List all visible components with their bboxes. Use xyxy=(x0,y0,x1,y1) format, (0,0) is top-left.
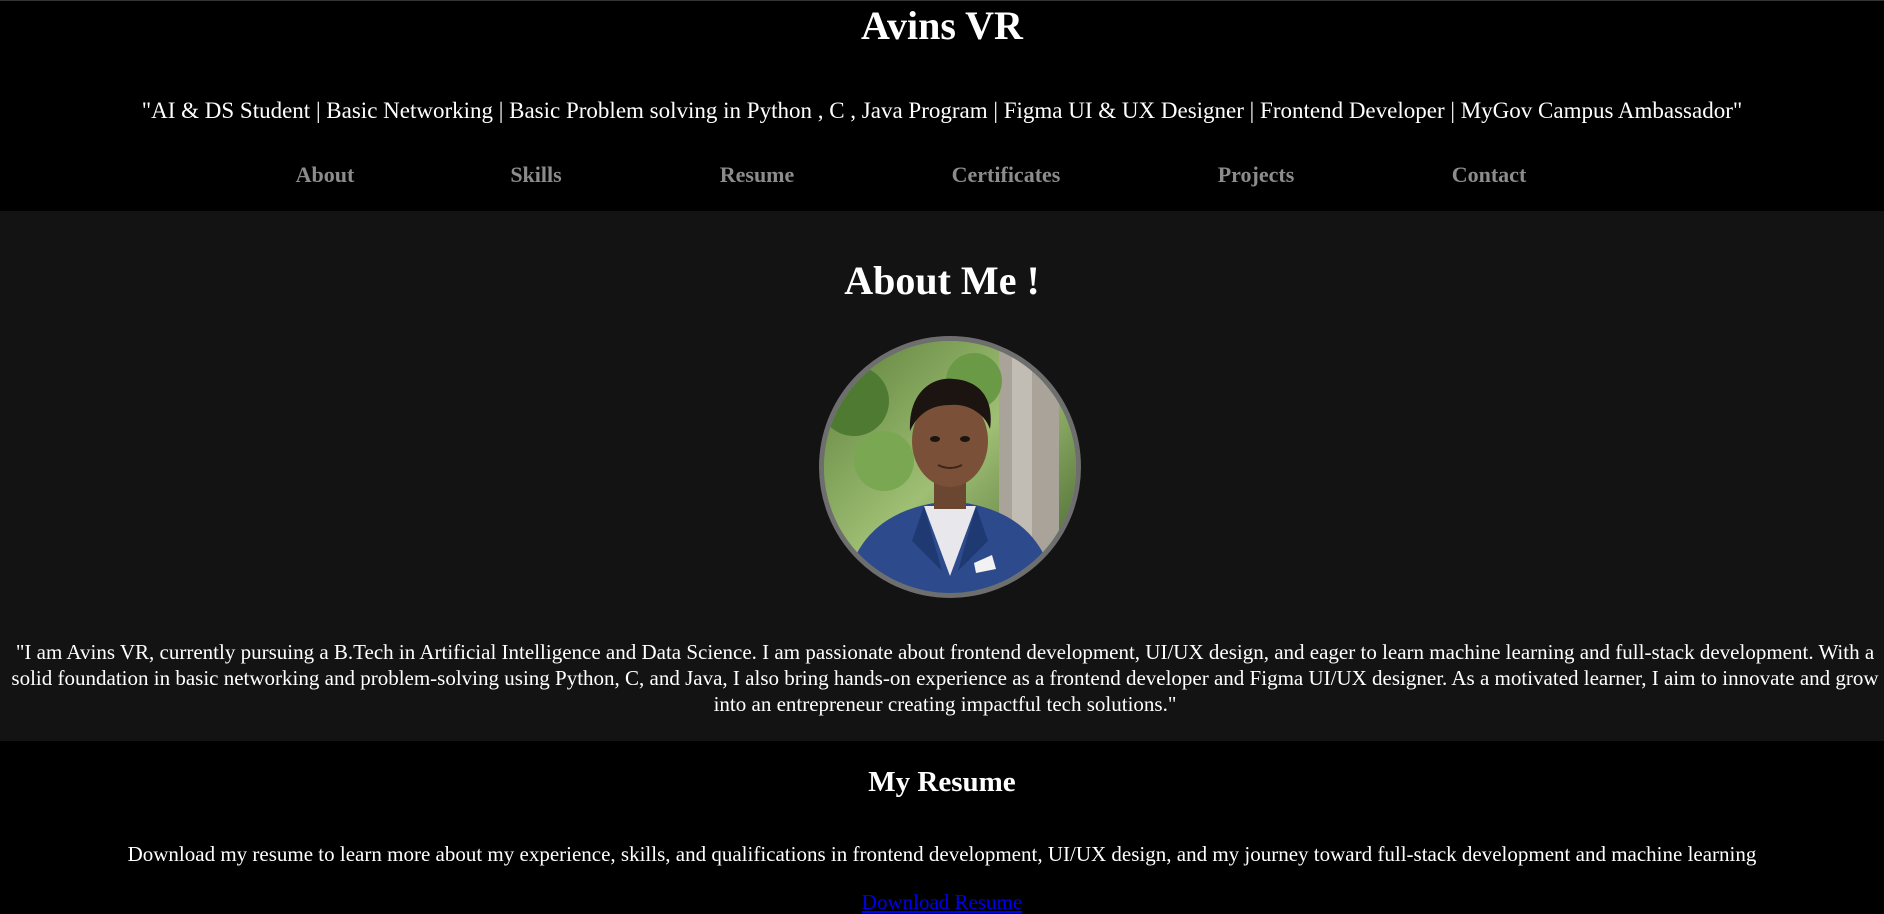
profile-photo-illustration xyxy=(824,341,1076,593)
about-paragraph: "I am Avins VR, currently pursuing a B.T… xyxy=(11,640,1879,716)
nav-link-contact[interactable]: Contact xyxy=(1452,162,1527,188)
resume-heading: My Resume xyxy=(868,766,1016,798)
site-title: Avins VR xyxy=(861,3,1023,48)
nav-link-projects[interactable]: Projects xyxy=(1218,162,1295,188)
portfolio-page: Avins VR "AI & DS Student | Basic Networ… xyxy=(0,0,1884,914)
main-nav: About Skills Resume Certificates Project… xyxy=(0,162,1884,192)
about-section: About Me ! "I am Avins VR, currently pur… xyxy=(0,211,1884,741)
nav-link-resume[interactable]: Resume xyxy=(720,162,795,188)
nav-link-about[interactable]: About xyxy=(296,162,355,188)
nav-link-skills[interactable]: Skills xyxy=(510,162,561,188)
site-header: Avins VR "AI & DS Student | Basic Networ… xyxy=(0,1,1884,211)
download-resume-link[interactable]: Download Resume xyxy=(0,889,1884,914)
tagline: "AI & DS Student | Basic Networking | Ba… xyxy=(141,98,1743,123)
resume-section: My Resume Download my resume to learn mo… xyxy=(0,741,1884,914)
about-heading: About Me ! xyxy=(844,258,1040,303)
nav-link-certificates[interactable]: Certificates xyxy=(952,162,1061,188)
resume-description: Download my resume to learn more about m… xyxy=(127,842,1757,866)
profile-photo xyxy=(819,336,1081,598)
